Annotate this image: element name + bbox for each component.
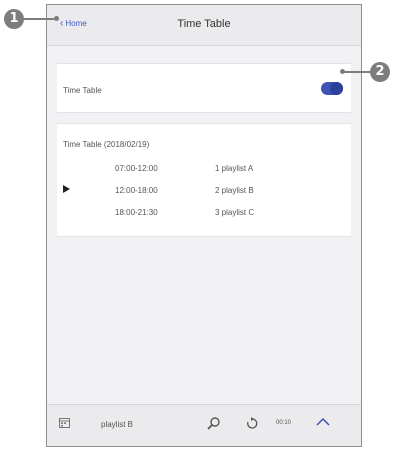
playback-bar: playlist B 00:10 xyxy=(47,404,361,446)
header-bar: ‹ Home Time Table xyxy=(47,5,361,46)
callout-2-leader-line xyxy=(343,71,370,73)
row-playlist: 1 playlist A xyxy=(215,164,254,173)
row-playlist: 2 playlist B xyxy=(215,186,254,195)
now-playing-label: playlist B xyxy=(101,420,134,429)
callout-1-leader-line xyxy=(24,18,56,20)
callout-2-dot xyxy=(340,69,345,74)
time-table-toggle-label: Time Table xyxy=(63,86,102,95)
row-playlist: 3 playlist C xyxy=(215,208,255,217)
time-table-toggle[interactable] xyxy=(321,82,343,95)
row-time: 12:00-18:00 xyxy=(115,186,158,195)
time-table-setting-row: Time Table xyxy=(57,63,351,113)
callout-badge-2: 2 xyxy=(370,62,390,82)
toggle-knob xyxy=(330,82,343,95)
page-title: Time Table xyxy=(177,18,231,30)
callout-badge-1: 1 xyxy=(4,9,24,29)
app-screen: ‹ Home Time Table Time Table Time Table … xyxy=(46,4,362,447)
search-icon[interactable] xyxy=(207,416,221,430)
calendar-icon[interactable] xyxy=(59,417,70,428)
schedule-row[interactable]: 07:00-12:00 1 playlist A xyxy=(57,164,351,176)
callout-1-dot xyxy=(54,16,59,21)
playback-time: 00:10 xyxy=(276,420,292,426)
schedule-panel: Time Table (2018/02/19) 07:00-12:00 1 pl… xyxy=(57,123,351,237)
repeat-icon[interactable] xyxy=(245,417,259,429)
row-time: 07:00-12:00 xyxy=(115,164,158,173)
chevron-up-icon[interactable] xyxy=(315,416,331,428)
schedule-row[interactable]: 18:00-21:30 3 playlist C xyxy=(57,208,351,220)
schedule-title: Time Table (2018/02/19) xyxy=(63,140,150,149)
schedule-row-current[interactable]: 12:00-18:00 2 playlist B xyxy=(57,185,351,198)
current-play-arrow-icon xyxy=(63,185,70,193)
row-time: 18:00-21:30 xyxy=(115,208,158,217)
